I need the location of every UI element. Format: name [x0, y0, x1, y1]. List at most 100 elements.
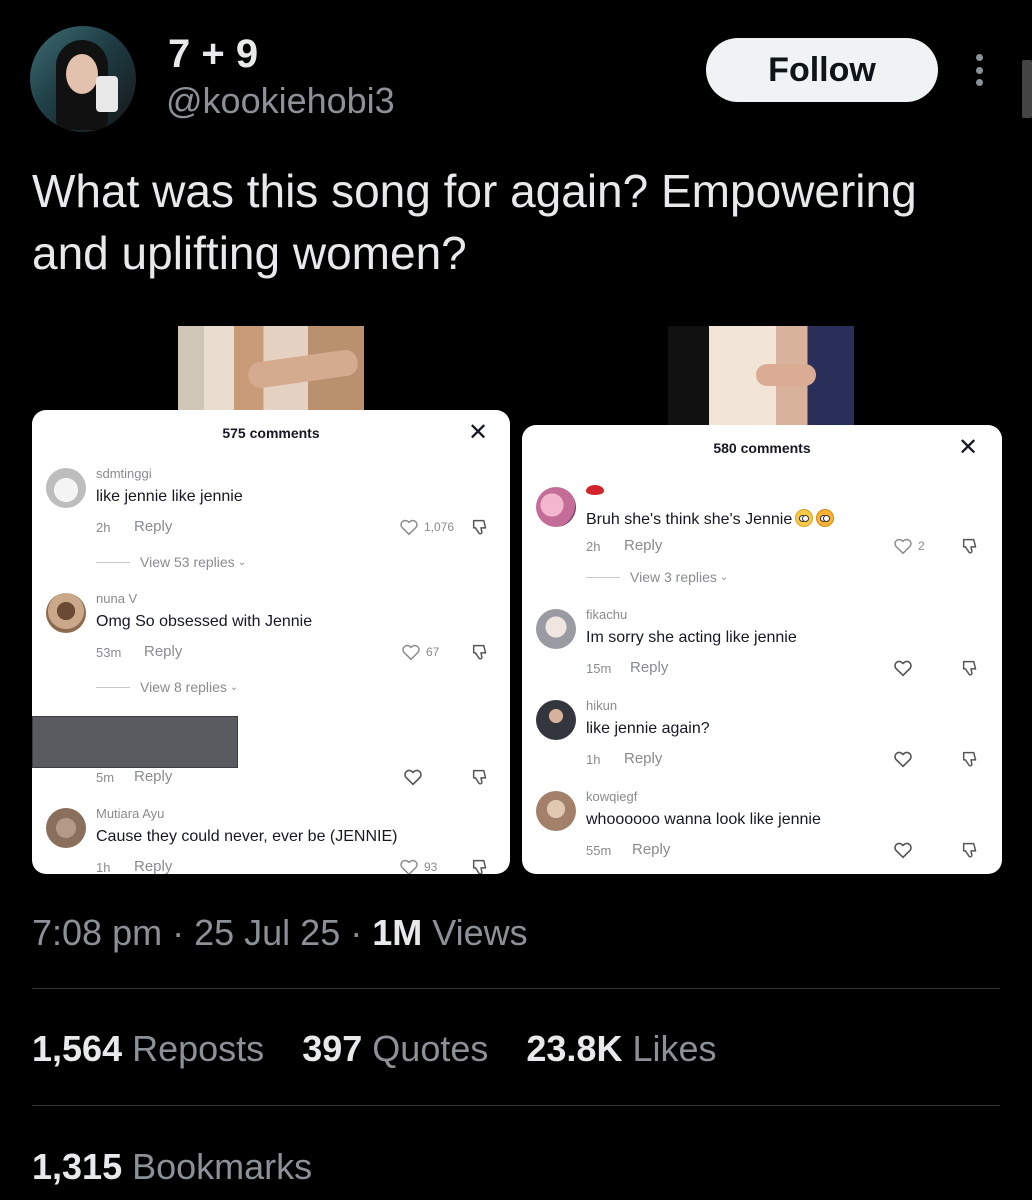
dislike-control	[470, 856, 492, 874]
close-icon: ✕	[468, 419, 489, 446]
comment-username: nuna V	[96, 591, 138, 606]
thumbs-down-icon	[962, 842, 977, 858]
comment-item: Bruh she's think she's Jennie 2h Reply 2	[522, 485, 1002, 565]
smirking-face-icon	[816, 509, 835, 527]
comment-text: Cause they could never, ever be (JENNIE)	[96, 828, 398, 845]
like-control: 1,076	[398, 516, 454, 538]
comment-username: sdmtinggi	[96, 466, 152, 481]
views-label: Views	[432, 912, 528, 953]
commenter-avatar	[46, 468, 86, 508]
heart-icon	[400, 859, 418, 874]
reply-link: Reply	[134, 518, 173, 535]
reply-link: Reply	[632, 841, 671, 858]
comment-text: whoooooo wanna look like jennie	[586, 811, 821, 828]
tweet-time[interactable]: 7:08 pm	[32, 912, 162, 953]
thumbs-down-icon	[472, 769, 487, 785]
dislike-control	[470, 641, 492, 663]
chevron-down-icon: ⌄	[229, 681, 239, 693]
like-control: 67	[400, 641, 439, 663]
dislike-control	[960, 839, 982, 861]
tweet-text: What was this song for again? Empowering…	[32, 165, 917, 279]
comment-time: 2h	[96, 520, 111, 535]
comments-card-right: 580 comments ✕ Bruh she's think she's Je…	[522, 425, 1002, 874]
comment-item: Mutiara Ayu Cause they could never, ever…	[32, 806, 510, 874]
thumbs-down-icon	[472, 859, 487, 874]
dislike-control	[960, 535, 982, 557]
comment-username: hikun	[586, 698, 618, 713]
dislike-control	[470, 766, 492, 788]
chevron-down-icon: ⌄	[719, 571, 729, 583]
like-count: 93	[424, 860, 438, 874]
like-count: 2	[918, 539, 925, 553]
reply-link: Reply	[624, 750, 663, 767]
like-control: 93	[398, 856, 437, 874]
commenter-avatar	[46, 808, 86, 848]
meta-separator: ·	[172, 912, 185, 953]
comment-username: Mutiara Ayu	[96, 806, 165, 821]
avatar-face	[66, 54, 98, 94]
comment-time: 2h	[586, 539, 601, 554]
reply-link: Reply	[630, 659, 669, 676]
scrollbar[interactable]	[1022, 60, 1032, 118]
avatar-phone	[96, 76, 118, 112]
commenter-avatar	[536, 791, 576, 831]
like-count: 1,076	[424, 520, 455, 534]
reply-link: Reply	[624, 537, 663, 554]
tweet-media[interactable]: 575 comments ✕ sdmtinggi like jennie lik…	[32, 326, 1002, 874]
comment-text: like jennie again?	[586, 720, 710, 737]
heart-icon	[404, 769, 422, 786]
media-photo-right	[668, 326, 854, 426]
comment-item: 5m Reply	[32, 716, 510, 796]
comment-username: kowqiegf	[586, 789, 638, 804]
follow-button[interactable]: Follow	[706, 38, 938, 102]
author-avatar[interactable]	[30, 26, 136, 132]
view-replies: View 53 replies ⌄	[32, 554, 246, 570]
comment-time: 1h	[96, 860, 111, 874]
tweet-date[interactable]: 25 Jul 25	[194, 912, 340, 953]
likes-stat[interactable]: 23.8K Likes	[526, 1028, 716, 1070]
author-display-name[interactable]: 7 + 9	[168, 32, 258, 77]
commenter-avatar	[536, 609, 576, 649]
author-handle[interactable]: @kookiehobi3	[166, 80, 395, 122]
comment-time: 5m	[96, 770, 115, 785]
thumbs-down-icon	[472, 644, 487, 660]
comments-card-left: 575 comments ✕ sdmtinggi like jennie lik…	[32, 410, 510, 874]
comment-time: 1h	[586, 752, 601, 767]
comment-item: fikachu Im sorry she acting like jennie …	[522, 607, 1002, 687]
views-count: 1M	[372, 912, 423, 953]
lips-emoji-icon	[586, 485, 604, 495]
more-vertical-icon[interactable]	[964, 50, 994, 90]
comment-text: Im sorry she acting like jennie	[586, 629, 797, 646]
comment-item: sdmtinggi like jennie like jennie 2h Rep…	[32, 466, 510, 546]
heart-icon	[400, 519, 418, 536]
comment-time: 55m	[586, 843, 612, 858]
divider	[32, 988, 1000, 989]
like-control	[892, 748, 914, 770]
dislike-control	[470, 516, 492, 538]
like-control	[892, 657, 914, 679]
thumbs-down-icon	[962, 538, 977, 554]
commenter-avatar	[536, 487, 576, 527]
comment-text: Bruh she's think she's Jennie	[586, 509, 835, 529]
reposts-stat[interactable]: 1,564 Reposts	[32, 1028, 264, 1070]
comments-count: 575 comments	[222, 425, 320, 441]
thumbs-down-icon	[962, 751, 977, 767]
commenter-avatar	[46, 593, 86, 633]
bookmarks-stat[interactable]: 1,315 Bookmarks	[32, 1146, 312, 1188]
divider	[32, 1105, 1000, 1106]
quotes-stat[interactable]: 397 Quotes	[302, 1028, 488, 1070]
commenter-avatar	[536, 700, 576, 740]
comment-time: 15m	[586, 661, 612, 676]
heart-icon	[894, 660, 912, 677]
dislike-control	[960, 748, 982, 770]
tweet-meta: 7:08 pm · 25 Jul 25 · 1M Views	[32, 912, 528, 954]
comment-item: kowqiegf whoooooo wanna look like jennie…	[522, 789, 1002, 869]
view-replies: View 3 replies ⌄	[522, 569, 728, 585]
media-photo-left	[178, 326, 364, 412]
face-with-rolling-eyes-icon	[795, 509, 814, 527]
like-count: 67	[426, 645, 440, 659]
meta-separator: ·	[350, 912, 363, 953]
comment-item: hikun like jennie again? 1h Reply	[522, 698, 1002, 778]
heart-icon	[894, 538, 912, 555]
reply-link: Reply	[134, 768, 173, 785]
